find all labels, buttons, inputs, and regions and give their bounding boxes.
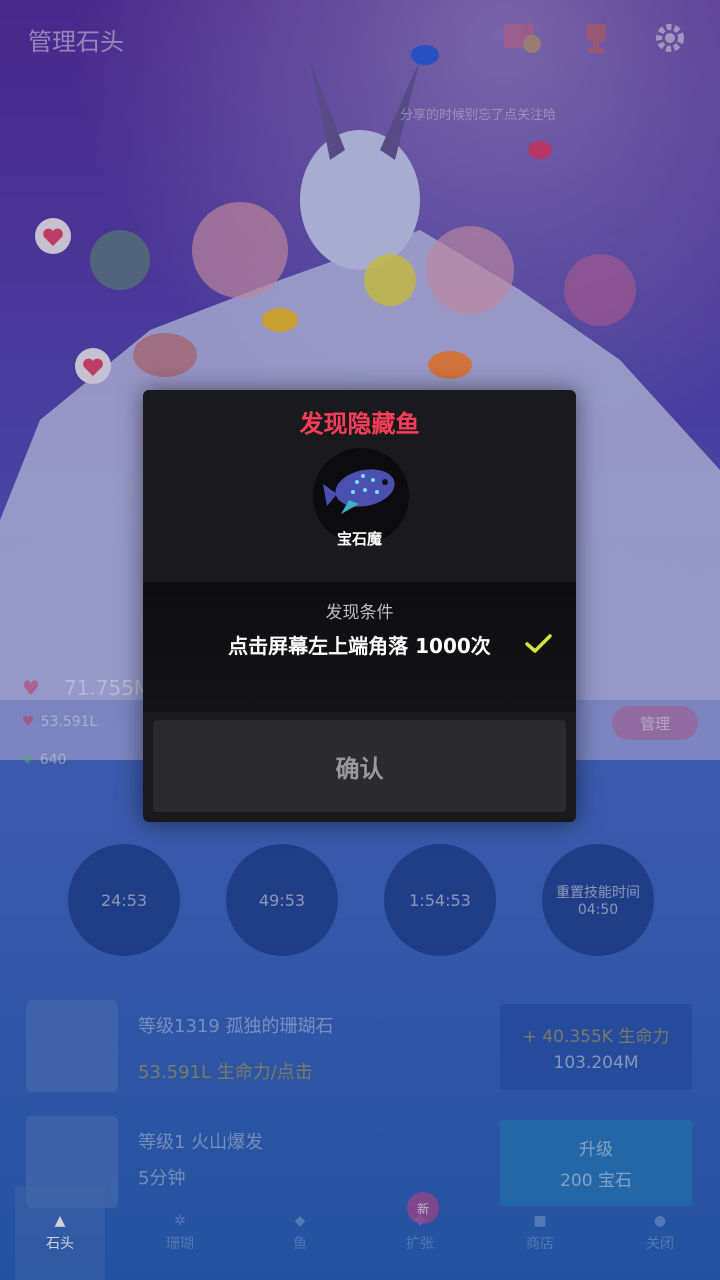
dialog-title: 发现隐藏鱼 bbox=[299, 410, 420, 438]
fish-name: 宝石魔 bbox=[336, 530, 382, 548]
checkmark-icon bbox=[525, 634, 552, 653]
condition-label: 发现条件 bbox=[325, 603, 394, 623]
hidden-fish-dialog: 发现隐藏鱼 宝石魔 发现条件 点击屏幕左上端角落 1000次 确认 bbox=[143, 390, 576, 822]
confirm-button[interactable]: 确认 bbox=[153, 720, 566, 812]
condition-text: 点击屏幕左上端角落 1000次 bbox=[228, 634, 491, 658]
condition-panel: 发现条件 点击屏幕左上端角落 1000次 bbox=[143, 582, 576, 712]
